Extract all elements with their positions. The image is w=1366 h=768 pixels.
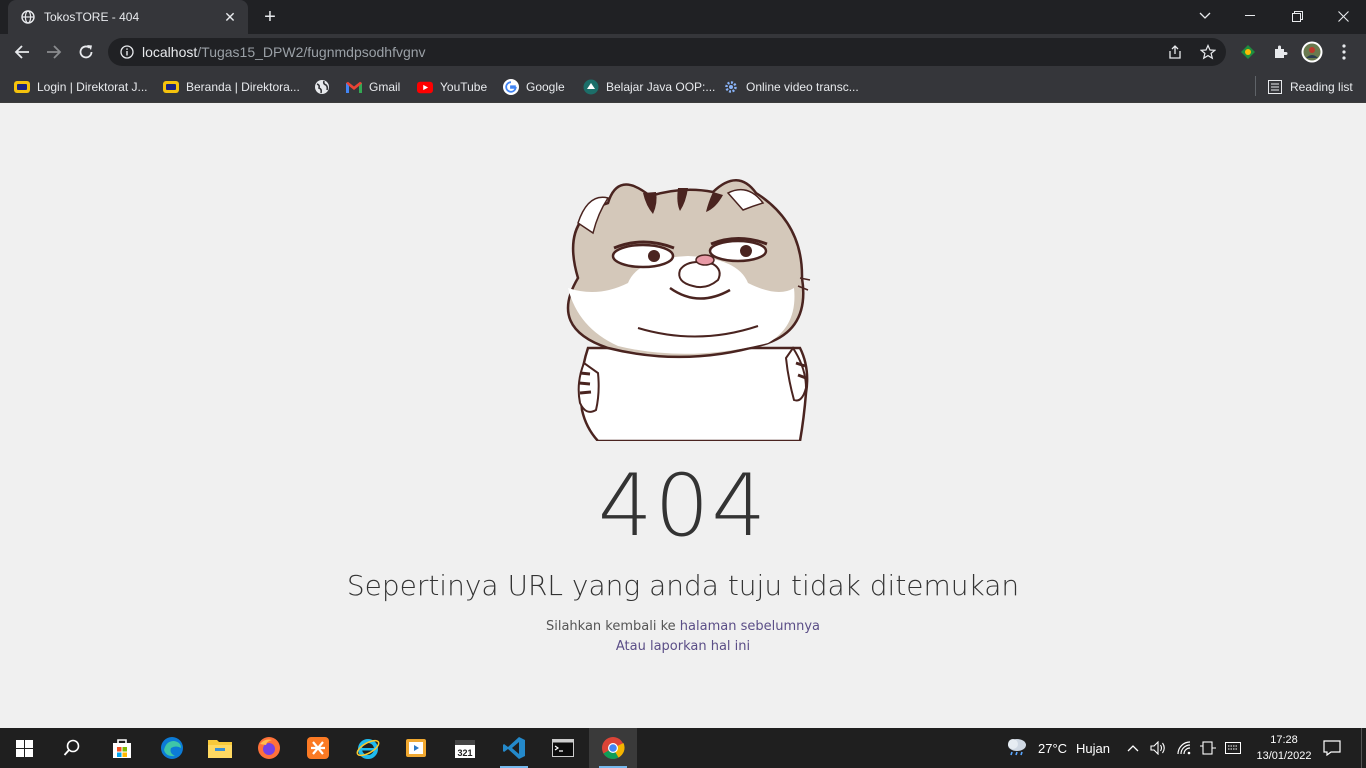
profile-avatar[interactable] — [1299, 39, 1325, 65]
taskbar: 321 27°C Hujan 17:28 13/01/2022 — [0, 728, 1366, 768]
new-tab-button[interactable]: + — [258, 5, 282, 29]
clock-time: 17:28 — [1270, 734, 1298, 746]
start-button[interactable] — [0, 728, 48, 768]
previous-page-link[interactable]: halaman sebelumnya — [680, 619, 820, 634]
site-info-icon[interactable] — [112, 45, 142, 59]
edge-icon[interactable] — [148, 728, 196, 768]
battery-icon[interactable] — [1200, 728, 1216, 768]
reading-list-label: Reading list — [1290, 80, 1353, 94]
bookmark-item[interactable]: YouTube — [417, 75, 487, 99]
tab-search-icon[interactable] — [1182, 0, 1228, 32]
restore-button[interactable] — [1274, 0, 1320, 32]
folder-yellow-icon — [14, 79, 30, 95]
youtube-icon — [417, 79, 433, 95]
weather-label: Hujan — [1076, 740, 1111, 756]
svg-text:321: 321 — [457, 748, 472, 758]
browser-chrome: TokosTORE - 404 ✕ + localhost/Tugas15_DP… — [0, 0, 1366, 103]
menu-kebab-icon[interactable] — [1331, 39, 1357, 65]
bookmark-label: YouTube — [440, 80, 488, 94]
vscode-icon[interactable] — [490, 728, 538, 768]
forward-button[interactable] — [40, 38, 68, 66]
notifications-icon[interactable] — [1323, 728, 1341, 768]
media-player-icon[interactable] — [392, 728, 440, 768]
google-icon — [503, 79, 519, 95]
bookmark-item[interactable]: Beranda | Direktora... — [163, 75, 300, 99]
tab-active[interactable]: TokosTORE - 404 ✕ — [8, 0, 248, 34]
bookmark-item[interactable]: Belajar Java OOP:... — [583, 75, 715, 99]
report-link[interactable]: Atau laporkan hal ini — [0, 639, 1366, 654]
globe-icon — [314, 79, 330, 95]
show-hidden-icons-icon[interactable] — [1127, 728, 1139, 768]
globe-icon — [20, 9, 36, 25]
url-path: /Tugas15_DPW2/fugnmdpsodhfvgnv — [197, 44, 426, 60]
reload-button[interactable] — [72, 38, 100, 66]
tab-strip: TokosTORE - 404 ✕ + — [0, 0, 1366, 34]
terminal-icon[interactable] — [539, 728, 587, 768]
extensions-puzzle-icon[interactable] — [1267, 39, 1293, 65]
minimize-button[interactable] — [1227, 0, 1273, 32]
file-explorer-icon[interactable] — [196, 728, 244, 768]
calendar-app-icon[interactable]: 321 — [441, 728, 489, 768]
firefox-icon[interactable] — [245, 728, 293, 768]
error-message: Sepertinya URL yang anda tuju tidak dite… — [346, 569, 1020, 602]
bookmark-item[interactable]: Google — [503, 75, 565, 99]
reading-list-icon — [1267, 79, 1283, 95]
toolbar: localhost/Tugas15_DPW2/fugnmdpsodhfvgnv — [0, 34, 1366, 70]
internet-explorer-icon[interactable] — [344, 728, 392, 768]
reading-list-button[interactable]: Reading list — [1267, 75, 1353, 99]
language-icon[interactable] — [1225, 728, 1241, 768]
address-bar[interactable]: localhost/Tugas15_DPW2/fugnmdpsodhfvgnv — [108, 38, 1226, 66]
store-icon[interactable] — [98, 728, 146, 768]
back-line: Silahkan kembali ke halaman sebelumnya — [0, 619, 1366, 634]
gmail-icon — [346, 79, 362, 95]
error-code: 404 — [597, 456, 769, 556]
url-host: localhost — [142, 44, 198, 60]
chrome-icon[interactable] — [589, 728, 637, 768]
url-text: localhost/Tugas15_DPW2/fugnmdpsodhfvgnv — [142, 44, 426, 60]
page-content: 404 Sepertinya URL yang anda tuju tidak … — [0, 103, 1366, 728]
clock-date: 13/01/2022 — [1256, 750, 1312, 762]
bookmark-label: Beranda | Direktora... — [186, 80, 300, 94]
xampp-icon[interactable] — [294, 728, 342, 768]
close-window-button[interactable] — [1320, 0, 1366, 32]
show-desktop-button[interactable] — [1361, 728, 1366, 768]
wifi-icon[interactable] — [1176, 728, 1192, 768]
share-icon[interactable] — [1163, 42, 1187, 62]
tab-title: TokosTORE - 404 — [44, 10, 140, 24]
bookmark-item[interactable]: Login | Direktorat J... — [14, 75, 148, 99]
bookmark-label: Login | Direktorat J... — [37, 80, 148, 94]
back-button[interactable] — [8, 38, 36, 66]
weather-widget[interactable]: 27°C Hujan — [1006, 728, 1110, 768]
bookmark-star-icon[interactable] — [1196, 42, 1220, 62]
bookmark-label: Online video transc... — [746, 80, 859, 94]
cat-illustration — [566, 179, 811, 441]
rain-cloud-icon — [1006, 737, 1028, 760]
bookmark-item[interactable]: Gmail — [346, 75, 400, 99]
gear-icon — [723, 79, 739, 95]
clock[interactable]: 17:28 13/01/2022 — [1244, 732, 1324, 764]
bookmark-item[interactable] — [314, 75, 337, 99]
bookmark-label: Belajar Java OOP:... — [606, 80, 716, 94]
bookmark-item[interactable]: Online video transc... — [723, 75, 859, 99]
search-icon[interactable] — [48, 728, 96, 768]
back-prefix: Silahkan kembali ke — [545, 619, 680, 634]
close-tab-icon[interactable]: ✕ — [222, 9, 238, 25]
bookmarks-divider — [1255, 76, 1256, 96]
weather-temp: 27°C — [1038, 740, 1068, 756]
bookmark-label: Google — [526, 80, 565, 94]
extension-icon[interactable] — [1235, 39, 1261, 65]
site-icon — [583, 79, 599, 95]
bookmark-label: Gmail — [369, 80, 401, 94]
folder-yellow-icon — [163, 79, 179, 95]
volume-icon[interactable] — [1150, 728, 1166, 768]
bookmarks-bar: Login | Direktorat J... Beranda | Direkt… — [0, 70, 1366, 103]
